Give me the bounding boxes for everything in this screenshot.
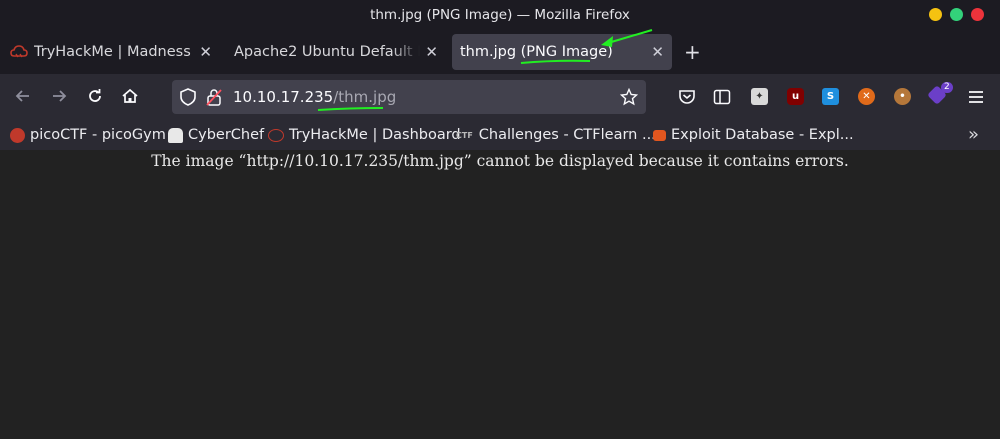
image-error-message: The image “http://10.10.17.235/thm.jpg” … — [151, 152, 849, 170]
close-tab-icon[interactable]: ✕ — [651, 43, 664, 61]
sidebar-icon[interactable] — [713, 88, 731, 106]
tab-tryhackme-madness[interactable]: TryHackMe | Madness ✕ — [2, 34, 220, 70]
ctf-favicon-icon: CTF — [456, 130, 473, 140]
arrow-right-icon — [53, 90, 67, 102]
bookmarks-overflow-button[interactable]: » — [968, 124, 979, 145]
hamburger-menu-icon[interactable] — [967, 88, 985, 106]
bookmark-label: Exploit Database - Expl... — [671, 127, 854, 143]
extension-4-icon[interactable]: ✕ — [858, 88, 875, 105]
url-path: /thm.jpg — [333, 88, 397, 106]
bookmark-tryhackme-dashboard[interactable]: TryHackMe | Dashboard — [268, 124, 461, 146]
bookmark-label: CyberChef — [188, 127, 265, 143]
navigation-toolbar: 10.10.17.235/thm.jpg ✦ u S ✕ • 2 — [0, 74, 1000, 120]
bookmarks-toolbar: picoCTF - picoGym CyberChef TryHackMe | … — [0, 120, 1000, 150]
home-icon — [122, 88, 138, 103]
tab-label: Apache2 Ubuntu Default Page: It works — [234, 44, 420, 60]
window-controls — [929, 8, 984, 21]
extension-badge: 2 — [941, 82, 953, 93]
close-tab-icon[interactable]: ✕ — [199, 43, 212, 61]
url-bar[interactable]: 10.10.17.235/thm.jpg — [172, 80, 646, 114]
arrow-left-icon — [15, 90, 29, 102]
tab-thm-jpg[interactable]: thm.jpg (PNG Image) ✕ — [452, 34, 672, 70]
bookmark-exploit-database[interactable]: Exploit Database - Expl... — [653, 124, 854, 146]
bookmark-star-icon[interactable] — [620, 88, 638, 106]
tab-label: TryHackMe | Madness — [34, 44, 191, 60]
page-content: The image “http://10.10.17.235/thm.jpg” … — [0, 150, 1000, 439]
bookmark-label: TryHackMe | Dashboard — [289, 127, 461, 143]
new-tab-button[interactable]: + — [684, 40, 701, 64]
window-titlebar: thm.jpg (PNG Image) — Mozilla Firefox — [0, 0, 1000, 32]
maximize-button[interactable] — [950, 8, 963, 21]
close-tab-icon[interactable]: ✕ — [425, 43, 438, 61]
minimize-button[interactable] — [929, 8, 942, 21]
reload-button[interactable] — [83, 84, 107, 108]
tab-label: thm.jpg (PNG Image) — [460, 44, 613, 60]
home-button[interactable] — [118, 84, 142, 108]
close-window-button[interactable] — [971, 8, 984, 21]
ublock-origin-icon[interactable]: u — [787, 88, 804, 105]
window-title: thm.jpg (PNG Image) — Mozilla Firefox — [370, 7, 630, 23]
bookmark-picoctf[interactable]: picoCTF - picoGym — [10, 124, 166, 146]
tryhackme-favicon-icon — [10, 45, 28, 58]
tab-strip: TryHackMe | Madness ✕ Apache2 Ubuntu Def… — [0, 32, 1000, 74]
url-host: 10.10.17.235 — [233, 88, 334, 106]
reload-icon — [89, 89, 101, 102]
back-button[interactable] — [11, 84, 35, 108]
cookie-icon[interactable]: • — [894, 88, 911, 105]
tryhackme-favicon-icon — [268, 128, 284, 142]
extension-1-icon[interactable]: ✦ — [751, 88, 768, 105]
bookmark-label: Challenges - CTFlearn ... — [478, 127, 656, 143]
bookmark-label: picoCTF - picoGym — [30, 127, 166, 143]
s-extension-icon[interactable]: S — [822, 88, 839, 105]
picoctf-favicon-icon — [10, 127, 25, 143]
chef-hat-icon — [168, 127, 183, 143]
exploit-db-favicon-icon — [653, 129, 666, 141]
forward-button[interactable] — [47, 84, 71, 108]
url-text[interactable]: 10.10.17.235/thm.jpg — [233, 88, 396, 106]
bookmark-cyberchef[interactable]: CyberChef — [168, 124, 264, 146]
bookmark-ctflearn[interactable]: CTF Challenges - CTFlearn ... — [456, 124, 656, 146]
tab-apache2-default[interactable]: Apache2 Ubuntu Default Page: It works ✕ — [226, 34, 446, 70]
shield-icon[interactable] — [180, 88, 196, 106]
insecure-lock-icon[interactable] — [206, 88, 222, 106]
pocket-icon[interactable] — [678, 88, 696, 106]
